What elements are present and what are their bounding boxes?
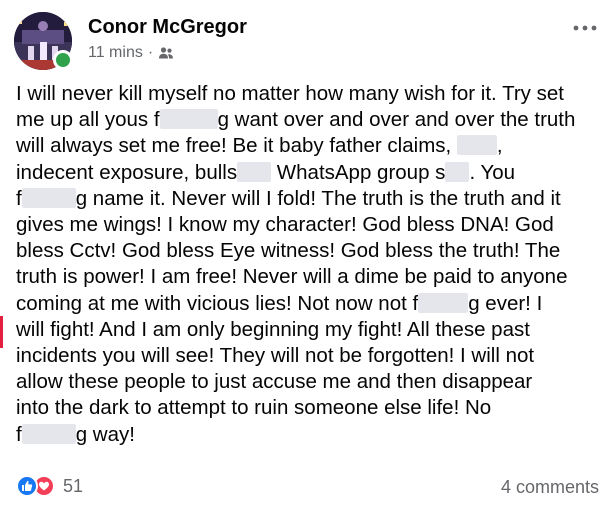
post-text-segment: will always set me free! Be it baby fath…: [16, 134, 457, 158]
post-text-segment: truth is power! I am free! Never will a …: [16, 265, 568, 289]
post-text-line: I will never kill myself no matter how m…: [16, 81, 606, 107]
post-text-segment: f: [16, 422, 22, 446]
post-text-segment: bless Cctv! God bless Eye witness! God b…: [16, 239, 561, 263]
meta-separator: ·: [147, 44, 154, 61]
redaction-block: [456, 135, 497, 156]
post-text-line: will fight! And I am only beginning my f…: [16, 317, 606, 343]
online-status-indicator: [53, 50, 73, 70]
post-text-segment: WhatsApp group s: [271, 160, 446, 184]
post-text-segment: allow these people to just accuse me and…: [16, 370, 533, 394]
redaction-block: [237, 161, 272, 182]
post-text-segment: into the dark to attempt to ruin someone…: [16, 396, 492, 420]
post-text-segment: will fight! And I am only beginning my f…: [16, 317, 530, 341]
redaction-block: [418, 292, 469, 313]
redaction-block: [159, 109, 218, 130]
more-horizontal-icon: [573, 25, 597, 31]
friends-icon[interactable]: [158, 45, 174, 61]
post-text-segment: coming at me with vicious lies! Not now …: [16, 291, 419, 315]
post-text-segment: I will never kill myself no matter how m…: [16, 82, 564, 105]
left-edge-accent: [0, 316, 3, 348]
post-text-line: f g way!: [16, 422, 606, 448]
post-text-line: coming at me with vicious lies! Not now …: [16, 291, 606, 317]
post-footer: 51 4 comments: [16, 475, 599, 503]
post-text-segment: f: [16, 186, 22, 210]
post-text-segment: me up all yous f: [16, 108, 160, 132]
redaction-block: [21, 423, 76, 444]
post-text-line: into the dark to attempt to ruin someone…: [16, 395, 606, 421]
post-text-segment: indecent exposure, bulls: [16, 160, 238, 184]
comments-count-link[interactable]: 4 comments: [501, 477, 599, 498]
avatar-container[interactable]: [14, 12, 73, 70]
post-text-line: incidents you will see! They will not be…: [16, 343, 606, 369]
more-options-button[interactable]: [571, 18, 599, 38]
post-text-segment: . You: [469, 160, 516, 184]
post-timestamp[interactable]: 11 mins: [88, 44, 143, 62]
post-text-segment: gives me wings! I know my character! God…: [16, 213, 554, 237]
post-text-line: indecent exposure, bulls WhatsApp group …: [16, 160, 606, 186]
like-icon: [16, 475, 38, 497]
reactions-summary[interactable]: 51: [16, 475, 83, 497]
post-text-line: me up all yous f g want over and over and…: [16, 107, 606, 133]
post-text-line: gives me wings! I know my character! God…: [16, 212, 606, 238]
reaction-count: 51: [63, 475, 84, 496]
post-text-line: bless Cctv! God bless Eye witness! God b…: [16, 238, 606, 264]
post-text-segment: g ever! I: [468, 291, 543, 315]
post-text-segment: g want over and over and over the truth: [217, 108, 576, 132]
redaction-block: [445, 161, 470, 182]
post-text-segment: g name it. Never will I fold! The truth …: [75, 186, 561, 210]
post-text: I will never kill myself no matter how m…: [16, 81, 606, 448]
facebook-post: Conor McGregor 11 mins · I will never ki…: [0, 0, 615, 509]
post-text-line: f g name it. Never will I fold! The truth…: [16, 186, 606, 212]
post-text-line: allow these people to just accuse me and…: [16, 369, 606, 395]
author-name[interactable]: Conor McGregor: [88, 16, 247, 39]
post-text-segment: ,: [496, 134, 503, 158]
post-text-line: will always set me free! Be it baby fath…: [16, 133, 606, 159]
redaction-block: [21, 187, 76, 208]
post-text-line: truth is power! I am free! Never will a …: [16, 264, 606, 290]
post-header: Conor McGregor 11 mins ·: [10, 10, 605, 72]
post-text-segment: incidents you will see! They will not be…: [16, 344, 535, 368]
post-meta: 11 mins ·: [88, 44, 174, 62]
post-text-segment: g way!: [75, 422, 135, 446]
